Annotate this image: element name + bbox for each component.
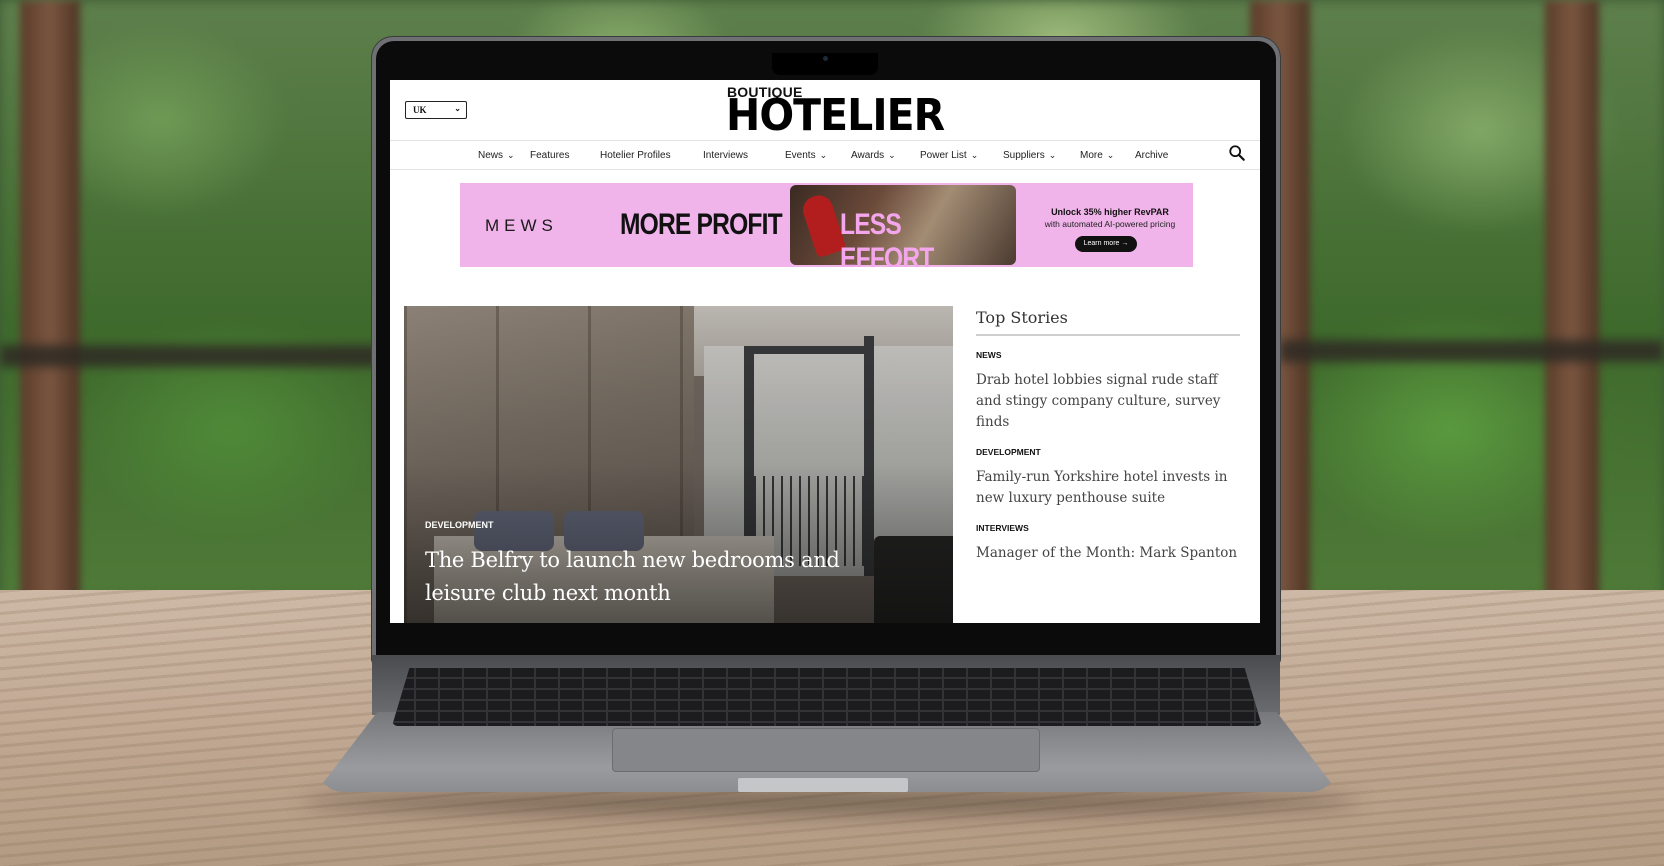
search-icon[interactable] [1228, 144, 1246, 162]
nav-item-label: Suppliers [1003, 150, 1045, 161]
trackpad [612, 728, 1040, 772]
chevron-down-icon: ⌄ [970, 150, 979, 160]
nav-item-hotelier-profiles[interactable]: Hotelier Profiles [600, 150, 671, 161]
story-item[interactable]: DEVELOPMENT Family-run Yorkshire hotel i… [976, 447, 1240, 509]
top-stories: Top Stories NEWS Drab hotel lobbies sign… [976, 306, 1240, 564]
hero-article[interactable]: DEVELOPMENT The Belfry to launch new bed… [404, 306, 953, 623]
ad-headline-left: MORE PROFIT [620, 208, 783, 241]
nav-item-news[interactable]: News ⌄ [478, 150, 515, 161]
camera-icon [823, 56, 828, 61]
chevron-down-icon: ⌄ [454, 104, 461, 113]
chevron-down-icon: ⌄ [507, 150, 515, 160]
laptop-shadow [300, 790, 1360, 814]
ad-banner[interactable]: MEWS MORE PROFIT LESS EFFORT Unlock 35% … [460, 183, 1193, 267]
chevron-down-icon: ⌄ [1048, 150, 1057, 160]
nav-item-label: Power List [920, 150, 967, 161]
hero-title[interactable]: The Belfry to launch new bedrooms and le… [425, 544, 905, 610]
main-nav: News ⌄ Features Hotelier Profiles Intervi… [390, 140, 1260, 170]
ad-subline: with automated AI-powered pricing [1044, 219, 1176, 229]
wood-pillar [1545, 0, 1599, 600]
keyboard [392, 668, 1262, 726]
nav-item-label: Hotelier Profiles [600, 150, 671, 161]
chevron-down-icon: ⌄ [1106, 150, 1115, 160]
hero-category[interactable]: DEVELOPMENT [425, 520, 494, 530]
story-title[interactable]: Family-run Yorkshire hotel invests in ne… [976, 467, 1240, 509]
site-logo[interactable]: HOTELIER [726, 90, 945, 141]
browser-screen: UK ⌄ BOUTIQUE HOTELIER News ⌄ Features Ho… [390, 80, 1260, 623]
nav-item-label: Awards [851, 150, 885, 161]
window-rail [1280, 340, 1664, 362]
region-value: UK [413, 105, 427, 115]
nav-item-power-list[interactable]: Power List ⌄ [920, 150, 978, 161]
nav-item-label: Interviews [703, 150, 749, 161]
story-item[interactable]: NEWS Drab hotel lobbies signal rude staf… [976, 350, 1240, 433]
top-stories-heading: Top Stories [976, 306, 1240, 336]
ad-image: LESS EFFORT [790, 185, 1016, 267]
site-header: UK ⌄ BOUTIQUE HOTELIER [390, 80, 1260, 141]
ad-learn-more-button[interactable]: Learn more → [1075, 236, 1137, 252]
nav-item-label: News [478, 150, 504, 161]
ad-brand: MEWS [485, 216, 558, 235]
region-select[interactable]: UK ⌄ [405, 101, 467, 119]
chevron-down-icon: ⌄ [888, 150, 896, 160]
nav-item-label: More [1080, 150, 1103, 161]
story-category[interactable]: INTERVIEWS [976, 523, 1240, 533]
story-title[interactable]: Manager of the Month: Mark Spanton [976, 543, 1240, 564]
story-category[interactable]: NEWS [976, 350, 1240, 360]
nav-item-interviews[interactable]: Interviews [703, 150, 748, 161]
nav-item-features[interactable]: Features [530, 150, 569, 161]
wood-pillar [20, 0, 80, 600]
nav-item-suppliers[interactable]: Suppliers ⌄ [1003, 150, 1056, 161]
story-category[interactable]: DEVELOPMENT [976, 447, 1240, 457]
nav-item-label: Features [530, 150, 570, 161]
ad-tagline: Unlock 35% higher RevPAR [1051, 207, 1169, 217]
chevron-down-icon: ⌄ [819, 150, 828, 160]
nav-item-awards[interactable]: Awards ⌄ [851, 150, 896, 161]
nav-item-archive[interactable]: Archive [1135, 150, 1168, 161]
nav-item-events[interactable]: Events ⌄ [785, 150, 827, 161]
story-item[interactable]: INTERVIEWS Manager of the Month: Mark Sp… [976, 523, 1240, 564]
nav-item-more[interactable]: More ⌄ [1080, 150, 1114, 161]
nav-item-label: Events [785, 150, 816, 161]
nav-item-label: Archive [1135, 150, 1169, 161]
story-title[interactable]: Drab hotel lobbies signal rude staff and… [976, 370, 1240, 433]
laptop-lip [738, 778, 908, 792]
window-rail [0, 345, 380, 367]
ad-headline-right: LESS EFFORT [840, 208, 934, 267]
